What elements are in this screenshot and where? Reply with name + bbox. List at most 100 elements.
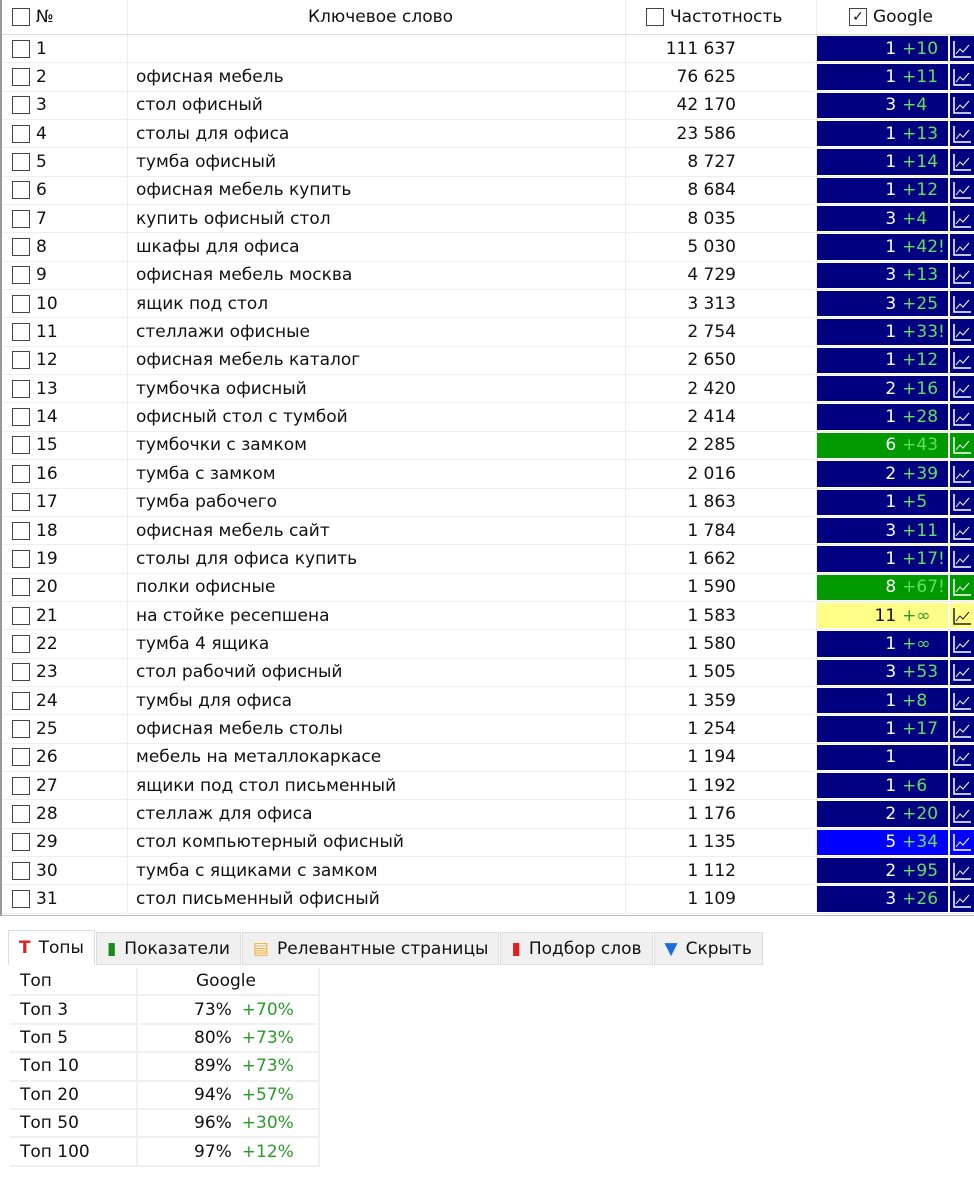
chart-icon[interactable] — [950, 857, 974, 884]
table-row[interactable]: 27 ящики под стол письменный 1 192 1 +6 — [2, 771, 974, 801]
chart-icon[interactable] — [950, 829, 974, 855]
table-row[interactable]: 12 офисная мебель каталог 2 650 1 +12 — [2, 346, 974, 376]
chart-icon[interactable] — [950, 489, 974, 515]
chart-icon[interactable] — [950, 404, 974, 430]
table-row[interactable]: 23 стол рабочий офисный 1 505 3 +53 — [2, 658, 974, 687]
row-checkbox[interactable] — [12, 634, 30, 653]
table-row[interactable]: 5 тумба офисный 8 727 1 +14 — [2, 148, 974, 177]
tab-hide[interactable]: ▼ Скрыть — [653, 932, 763, 965]
row-checkbox[interactable] — [12, 861, 30, 880]
row-checkbox[interactable] — [12, 493, 30, 512]
row-checkbox[interactable] — [12, 408, 30, 427]
chart-icon[interactable] — [950, 376, 974, 402]
table-row[interactable]: 26 мебель на металлокаркасе 1 194 1 — [2, 743, 974, 772]
table-row[interactable]: 3 стол офисный 42 170 3 +4 — [2, 91, 974, 121]
table-row[interactable]: 24 тумбы для офиса 1 359 1 +8 — [2, 686, 974, 716]
row-checkbox[interactable] — [12, 181, 30, 200]
row-checkbox[interactable] — [12, 209, 30, 228]
chart-icon[interactable] — [950, 432, 974, 459]
row-checkbox[interactable] — [12, 606, 30, 625]
table-row[interactable]: 16 тумба с замком 2 016 2 +39 — [2, 460, 974, 489]
chart-icon[interactable] — [950, 347, 974, 374]
chart-icon[interactable] — [950, 659, 974, 685]
chart-icon[interactable] — [950, 687, 974, 714]
row-checkbox[interactable] — [12, 266, 30, 285]
table-row[interactable]: 2 офисная мебель 76 625 1 +11 — [2, 63, 974, 92]
chart-icon[interactable] — [950, 716, 974, 742]
row-checkbox[interactable] — [12, 663, 30, 682]
row-checkbox[interactable] — [12, 294, 30, 313]
table-row[interactable]: 10 ящик под стол 3 313 3 +25 — [2, 290, 974, 319]
table-row[interactable]: 4 столы для офиса 23 586 1 +13 — [2, 120, 974, 149]
row-checkbox[interactable] — [12, 124, 30, 143]
chart-icon[interactable] — [950, 291, 974, 317]
row-checkbox[interactable] — [12, 578, 30, 597]
chart-icon[interactable] — [950, 319, 974, 345]
table-row[interactable]: 22 тумба 4 ящика 1 580 1 +∞ — [2, 630, 974, 659]
chart-icon[interactable] — [950, 206, 974, 232]
chart-icon[interactable] — [950, 64, 974, 90]
row-checkbox[interactable] — [12, 153, 30, 172]
select-all-checkbox[interactable] — [12, 8, 30, 26]
row-checkbox[interactable] — [12, 238, 30, 257]
chart-icon[interactable] — [950, 121, 974, 147]
tab-relevant-pages[interactable]: ▤ Релевантные страницы — [241, 932, 500, 965]
chart-icon[interactable] — [950, 574, 974, 600]
table-row[interactable]: 18 офисная мебель сайт 1 784 3 +11 — [2, 516, 974, 546]
row-checkbox[interactable] — [12, 521, 30, 540]
chart-icon[interactable] — [950, 886, 974, 912]
table-row[interactable]: 25 офисная мебель столы 1 254 1 +17 — [2, 715, 974, 744]
table-row[interactable]: 30 тумба с ящиками с замком 1 112 2 +95 — [2, 856, 974, 886]
table-row[interactable]: 14 офисный стол с тумбой 2 414 1 +28 — [2, 403, 974, 432]
row-checkbox[interactable] — [12, 96, 30, 115]
table-row[interactable]: 13 тумбочка офисный 2 420 2 +16 — [2, 375, 974, 404]
chart-icon[interactable] — [950, 461, 974, 487]
table-row[interactable]: 7 купить офисный стол 8 035 3 +4 — [2, 205, 974, 234]
table-row[interactable]: 29 стол компьютерный офисный 1 135 5 +34 — [2, 828, 974, 857]
row-checkbox[interactable] — [12, 776, 30, 795]
row-checkbox[interactable] — [12, 323, 30, 342]
table-row[interactable]: 21 на стойке ресепшена 1 583 11 +∞ — [2, 601, 974, 631]
table-row[interactable]: 17 тумба рабочего 1 863 1 +5 — [2, 488, 974, 517]
table-row[interactable]: 28 стеллаж для офиса 1 176 2 +20 — [2, 800, 974, 829]
chart-icon[interactable] — [950, 602, 974, 629]
table-row[interactable]: 19 столы для офиса купить 1 662 1 +17! — [2, 545, 974, 574]
table-row[interactable]: 8 шкафы для офиса 5 030 1 +42! — [2, 233, 974, 262]
table-row[interactable]: 6 офисная мебель купить 8 684 1 +12 — [2, 176, 974, 206]
chart-icon[interactable] — [950, 772, 974, 799]
tab-indicators[interactable]: ▮ Показатели — [95, 932, 241, 965]
table-row[interactable]: 31 стол письменный офисный 1 109 3 +26 — [2, 885, 974, 914]
chart-icon[interactable] — [950, 517, 974, 544]
chart-icon[interactable] — [950, 234, 974, 260]
chart-icon[interactable] — [950, 262, 974, 289]
tab-word-selection[interactable]: ▮ Подбор слов — [500, 932, 653, 965]
row-checkbox[interactable] — [12, 68, 30, 87]
row-checkbox[interactable] — [12, 351, 30, 370]
row-checkbox[interactable] — [12, 39, 30, 58]
table-row[interactable]: 1 111 637 1 +10 — [2, 35, 974, 64]
row-checkbox[interactable] — [12, 549, 30, 568]
row-checkbox[interactable] — [12, 748, 30, 767]
row-checkbox[interactable] — [12, 719, 30, 738]
row-checkbox[interactable] — [12, 436, 30, 455]
chart-icon[interactable] — [950, 36, 974, 62]
header-frequency[interactable]: Частотность — [626, 0, 817, 34]
row-checkbox[interactable] — [12, 379, 30, 398]
chart-icon[interactable] — [950, 744, 974, 770]
row-checkbox[interactable] — [12, 691, 30, 710]
table-row[interactable]: 9 офисная мебель москва 4 729 3 +13 — [2, 261, 974, 291]
chart-icon[interactable] — [950, 546, 974, 572]
frequency-checkbox[interactable] — [646, 8, 664, 26]
row-checkbox[interactable] — [12, 889, 30, 908]
chart-icon[interactable] — [950, 92, 974, 119]
header-keyword[interactable]: Ключевое слово — [128, 0, 626, 34]
chart-icon[interactable] — [950, 801, 974, 827]
row-checkbox[interactable] — [12, 464, 30, 483]
chart-icon[interactable] — [950, 149, 974, 175]
table-row[interactable]: 20 полки офисные 1 590 8 +67! — [2, 573, 974, 602]
row-checkbox[interactable] — [12, 833, 30, 852]
header-num[interactable]: № — [2, 0, 128, 34]
header-google[interactable]: ✓ Google — [817, 0, 974, 34]
row-checkbox[interactable] — [12, 804, 30, 823]
google-checkbox[interactable]: ✓ — [849, 8, 867, 26]
